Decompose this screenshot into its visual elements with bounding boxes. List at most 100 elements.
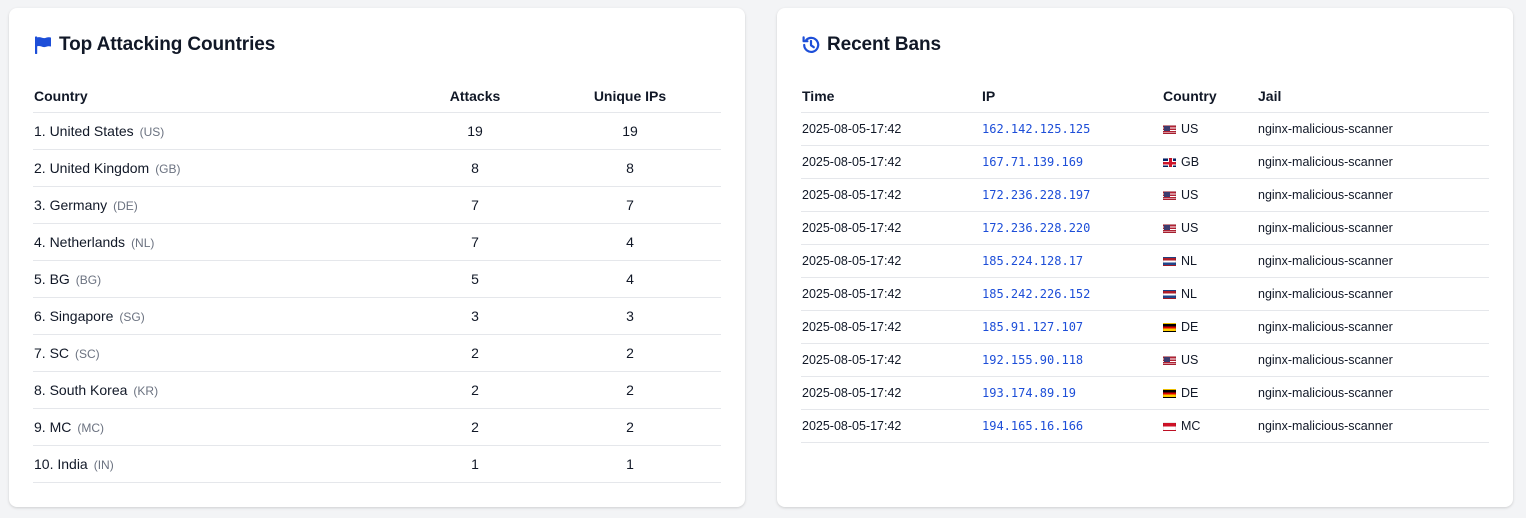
unique-ips-count: 7 [539, 186, 721, 224]
column-header-attacks[interactable]: Attacks [411, 81, 539, 113]
recent-bans-card: Recent Bans Time IP Country Jail 2025-08… [777, 8, 1513, 507]
table-row: 3. Germany (DE) 7 7 [33, 186, 721, 224]
ip-link[interactable]: 193.174.89.19 [982, 386, 1076, 400]
unique-ips-count: 2 [539, 334, 721, 372]
top-countries-header: Top Attacking Countries [33, 34, 275, 56]
country-code: US [1181, 187, 1199, 202]
recent-bans-title: Recent Bans [827, 34, 941, 55]
country-cell: US [1162, 112, 1257, 146]
us-flag-icon [1163, 355, 1176, 365]
attacks-count: 2 [411, 371, 539, 409]
ip-link[interactable]: 192.155.90.118 [982, 353, 1083, 367]
country-cell: 4. Netherlands (NL) [33, 223, 411, 261]
ip-cell: 185.224.128.17 [981, 244, 1162, 278]
ip-cell: 185.242.226.152 [981, 277, 1162, 311]
jail-name: nginx-malicious-scanner [1257, 343, 1489, 377]
ip-link[interactable]: 185.91.127.107 [982, 320, 1083, 334]
us-flag-icon [1163, 124, 1176, 134]
country-code: DE [1181, 319, 1199, 334]
ip-link[interactable]: 185.224.128.17 [982, 254, 1083, 268]
ban-time: 2025-08-05-17:42 [801, 178, 981, 212]
ip-cell: 167.71.139.169 [981, 145, 1162, 179]
gb-flag-icon [1163, 157, 1176, 167]
ip-link[interactable]: 194.165.16.166 [982, 419, 1083, 433]
attacks-count: 2 [411, 334, 539, 372]
ban-time: 2025-08-05-17:42 [801, 343, 981, 377]
jail-name: nginx-malicious-scanner [1257, 310, 1489, 344]
ip-link[interactable]: 172.236.228.197 [982, 188, 1090, 202]
top-countries-title: Top Attacking Countries [59, 34, 276, 55]
attacks-count: 5 [411, 260, 539, 298]
top-countries-table: Country Attacks Unique IPs 1. United Sta… [33, 81, 721, 483]
country-name: 4. Netherlands [34, 233, 126, 250]
table-row: 8. South Korea (KR) 2 2 [33, 371, 721, 409]
country-cell: DE [1162, 310, 1257, 344]
unique-ips-count: 3 [539, 297, 721, 335]
table-row: 5. BG (BG) 5 4 [33, 260, 721, 298]
attacks-count: 19 [411, 112, 539, 150]
history-icon [801, 35, 821, 55]
table-row: 6. Singapore (SG) 3 3 [33, 297, 721, 335]
column-header-unique-ips[interactable]: Unique IPs [539, 81, 721, 113]
jail-name: nginx-malicious-scanner [1257, 112, 1489, 146]
country-name: 9. MC [34, 418, 72, 435]
ban-time: 2025-08-05-17:42 [801, 376, 981, 410]
column-header-ip[interactable]: IP [981, 81, 1162, 113]
us-flag-icon [1163, 190, 1176, 200]
table-row: 2025-08-05-17:42 185.224.128.17 NL nginx-ma… [801, 244, 1489, 278]
column-header-country[interactable]: Country [1162, 81, 1257, 113]
ip-link[interactable]: 167.71.139.169 [982, 155, 1083, 169]
mc-flag-icon [1163, 421, 1176, 431]
top-countries-card: Top Attacking Countries Country Attacks … [9, 8, 745, 507]
ip-cell: 192.155.90.118 [981, 343, 1162, 377]
table-row: 9. MC (MC) 2 2 [33, 408, 721, 446]
ban-time: 2025-08-05-17:42 [801, 310, 981, 344]
country-cell: 3. Germany (DE) [33, 186, 411, 224]
recent-bans-table: Time IP Country Jail 2025-08-05-17:42 162… [801, 81, 1489, 443]
table-row: 2025-08-05-17:42 194.165.16.166 MC nginx-ma… [801, 409, 1489, 443]
country-cell: US [1162, 178, 1257, 212]
jail-name: nginx-malicious-scanner [1257, 244, 1489, 278]
column-header-jail[interactable]: Jail [1257, 81, 1489, 113]
ban-time: 2025-08-05-17:42 [801, 112, 981, 146]
country-cell: 1. United States (US) [33, 112, 411, 150]
country-code: (SC) [75, 346, 100, 361]
country-code: (IN) [93, 457, 114, 472]
country-cell: US [1162, 343, 1257, 377]
column-header-country[interactable]: Country [33, 81, 411, 113]
nl-flag-icon [1163, 289, 1176, 299]
attacks-count: 3 [411, 297, 539, 335]
ip-cell: 172.236.228.220 [981, 211, 1162, 245]
flag-icon [33, 35, 53, 55]
column-header-time[interactable]: Time [801, 81, 981, 113]
ban-time: 2025-08-05-17:42 [801, 145, 981, 179]
country-code: (US) [139, 124, 165, 139]
ip-link[interactable]: 172.236.228.220 [982, 221, 1090, 235]
unique-ips-count: 4 [539, 260, 721, 298]
attacks-count: 2 [411, 408, 539, 446]
unique-ips-count: 1 [539, 445, 721, 483]
country-name: 10. India [34, 455, 88, 472]
country-code: (MC) [77, 420, 104, 435]
country-code: (GB) [155, 161, 181, 176]
ip-link[interactable]: 162.142.125.125 [982, 122, 1090, 136]
ban-time: 2025-08-05-17:42 [801, 244, 981, 278]
ban-time: 2025-08-05-17:42 [801, 277, 981, 311]
unique-ips-count: 2 [539, 408, 721, 446]
table-row: 2025-08-05-17:42 185.91.127.107 DE nginx-ma… [801, 310, 1489, 344]
table-row: 2. United Kingdom (GB) 8 8 [33, 149, 721, 187]
country-name: 5. BG [34, 270, 70, 287]
country-name: 8. South Korea [34, 381, 128, 398]
ip-link[interactable]: 185.242.226.152 [982, 287, 1090, 301]
table-row: 2025-08-05-17:42 185.242.226.152 NL nginx-m… [801, 277, 1489, 311]
country-cell: 6. Singapore (SG) [33, 297, 411, 335]
ip-cell: 162.142.125.125 [981, 112, 1162, 146]
attacks-count: 1 [411, 445, 539, 483]
country-code: US [1181, 352, 1199, 367]
table-header-row: Country Attacks Unique IPs [33, 81, 721, 113]
ip-cell: 185.91.127.107 [981, 310, 1162, 344]
country-name: 2. United Kingdom [34, 159, 150, 176]
table-row: 2025-08-05-17:42 193.174.89.19 DE nginx-mal… [801, 376, 1489, 410]
table-row: 2025-08-05-17:42 172.236.228.197 US nginx-m… [801, 178, 1489, 212]
country-name: 7. SC [34, 344, 70, 361]
